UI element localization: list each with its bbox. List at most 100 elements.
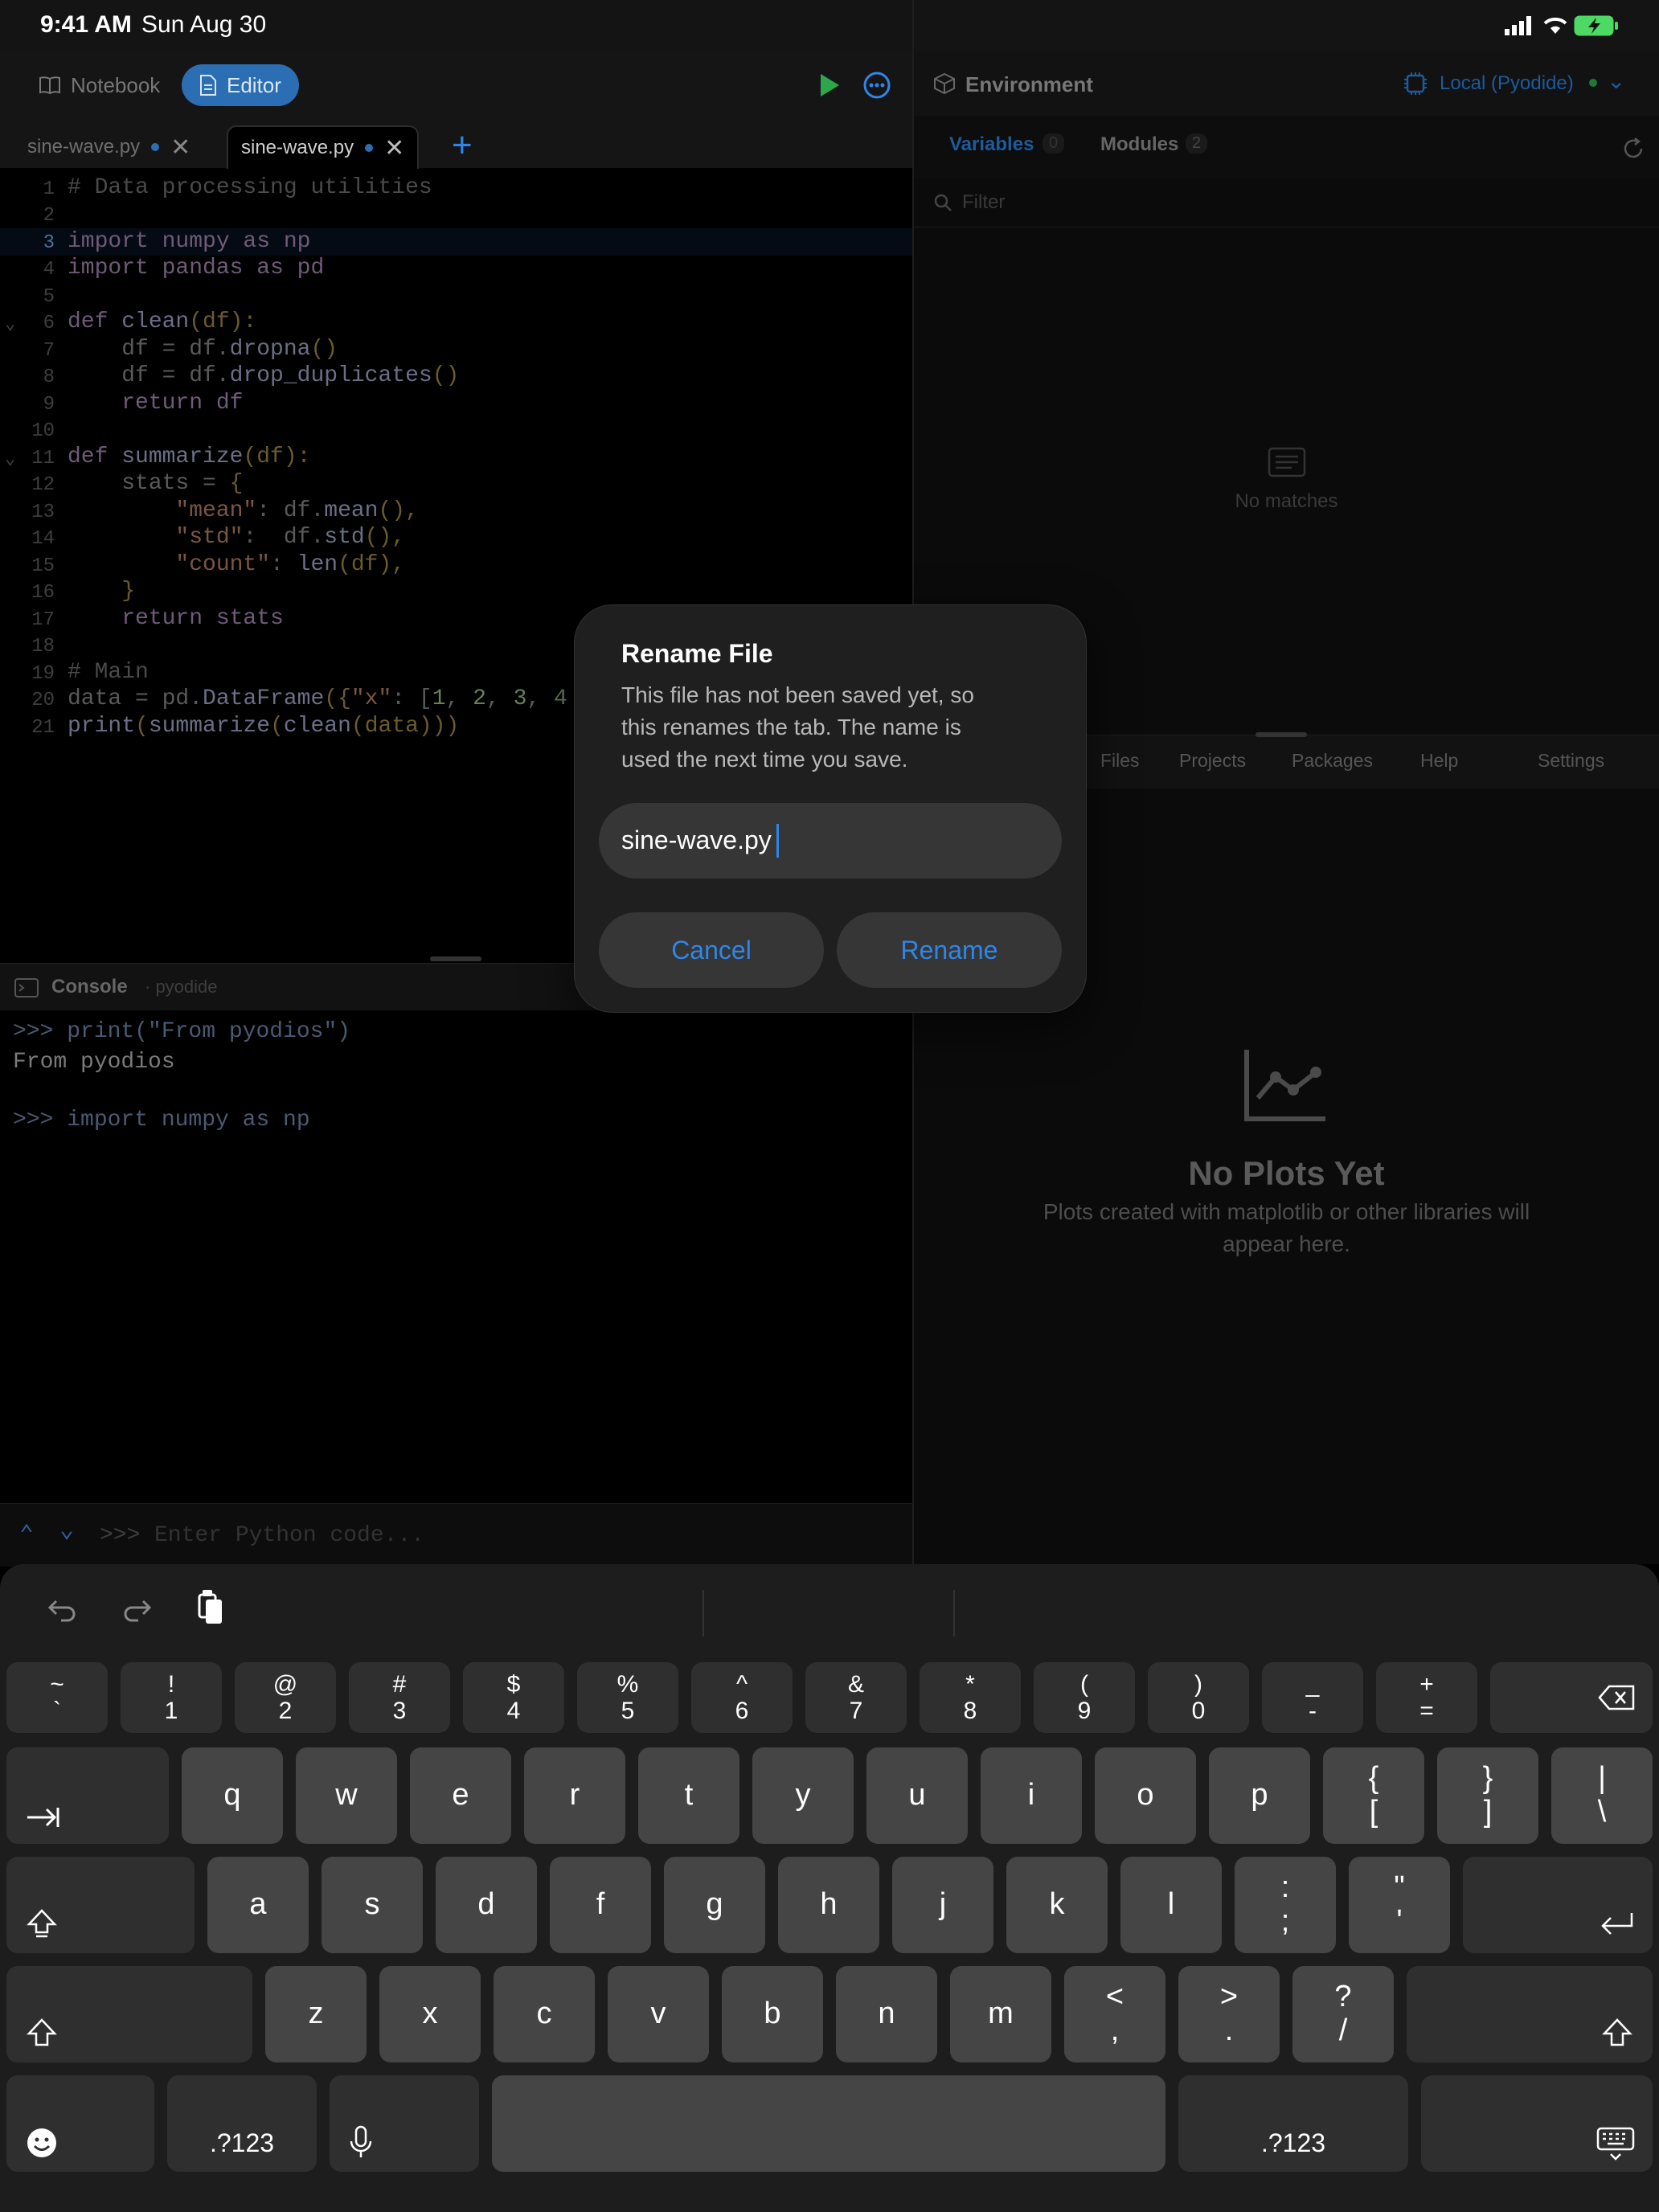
line-number: 12 bbox=[31, 474, 55, 496]
key-c[interactable]: c bbox=[494, 1966, 595, 2062]
key-semicolon[interactable]: :; bbox=[1235, 1857, 1336, 1953]
console-line: >>> print("From pyodios") bbox=[13, 1019, 351, 1044]
key-d[interactable]: d bbox=[436, 1857, 537, 1953]
key-bracket-left[interactable]: {[ bbox=[1323, 1747, 1424, 1844]
console-input[interactable]: Enter Python code... bbox=[154, 1523, 424, 1548]
key-p[interactable]: p bbox=[1209, 1747, 1310, 1844]
cancel-button[interactable]: Cancel bbox=[599, 912, 824, 988]
tab-packages[interactable]: Packages bbox=[1292, 750, 1373, 772]
return-key[interactable] bbox=[1463, 1857, 1653, 1953]
numbers-key-left[interactable]: .?123 bbox=[167, 2075, 317, 2172]
key-j[interactable]: j bbox=[892, 1857, 993, 1953]
tab-sine-wave-2[interactable]: sine-wave.py ✕ bbox=[227, 125, 420, 169]
cpu-icon[interactable] bbox=[1403, 71, 1428, 96]
notebook-mode-button[interactable]: Notebook bbox=[21, 64, 178, 106]
editor-mode-button[interactable]: Editor bbox=[182, 64, 299, 106]
shift-right-key[interactable] bbox=[1407, 1966, 1653, 2062]
redo-icon[interactable] bbox=[121, 1593, 153, 1625]
shift-left-key[interactable] bbox=[6, 1966, 252, 2062]
key-5[interactable]: % 5 bbox=[577, 1662, 678, 1733]
key-comma[interactable]: <, bbox=[1064, 1966, 1165, 2062]
key-s[interactable]: s bbox=[322, 1857, 423, 1953]
space-key[interactable] bbox=[492, 2075, 1165, 2172]
key-3[interactable]: #3 bbox=[349, 1662, 450, 1733]
key-i[interactable]: i bbox=[981, 1747, 1082, 1844]
filename-field[interactable]: sine-wave.py bbox=[599, 803, 1062, 879]
history-up-icon[interactable]: ⌃ bbox=[19, 1520, 34, 1550]
key-l[interactable]: l bbox=[1120, 1857, 1222, 1953]
key-u[interactable]: u bbox=[866, 1747, 968, 1844]
numbers-key-right[interactable]: .?123 bbox=[1178, 2075, 1408, 2172]
code-line: # Data processing utilities bbox=[68, 175, 432, 200]
resize-handle[interactable] bbox=[430, 956, 481, 961]
key-slash[interactable]: ? / bbox=[1292, 1966, 1394, 2062]
key-quote[interactable]: " ' bbox=[1349, 1857, 1450, 1953]
fold-chevron-icon[interactable]: ⌄ bbox=[5, 449, 15, 469]
key-minus[interactable]: _ - bbox=[1262, 1662, 1363, 1733]
resize-handle[interactable] bbox=[1256, 732, 1307, 737]
dismiss-keyboard-key[interactable] bbox=[1421, 2075, 1653, 2172]
close-icon[interactable]: ✕ bbox=[170, 133, 190, 162]
key-m[interactable]: m bbox=[950, 1966, 1051, 2062]
caps-lock-key[interactable] bbox=[6, 1857, 195, 1953]
key-6[interactable]: ^ 6 bbox=[691, 1662, 793, 1733]
line-number: 5 bbox=[43, 286, 55, 308]
tab-key[interactable] bbox=[6, 1747, 169, 1844]
key-tilde[interactable]: ~ ` bbox=[6, 1662, 108, 1733]
history-down-icon[interactable]: ⌄ bbox=[59, 1515, 74, 1545]
keyboard-dismiss-icon bbox=[1596, 2127, 1635, 2161]
run-icon[interactable] bbox=[818, 72, 841, 98]
key-4[interactable]: $4 bbox=[463, 1662, 564, 1733]
key-0[interactable]: ) 0 bbox=[1148, 1662, 1249, 1733]
key-h[interactable]: h bbox=[778, 1857, 879, 1953]
rename-button[interactable]: Rename bbox=[837, 912, 1062, 988]
emoji-key[interactable] bbox=[6, 2075, 154, 2172]
status-bar: 9:41 AM Sun Aug 30 bbox=[0, 0, 1659, 51]
key-v[interactable]: v bbox=[608, 1966, 709, 2062]
tab-settings[interactable]: Settings bbox=[1538, 750, 1604, 772]
tab-files[interactable]: Files bbox=[1100, 750, 1140, 772]
key-f[interactable]: f bbox=[550, 1857, 651, 1953]
refresh-icon[interactable] bbox=[1621, 137, 1645, 161]
key-q[interactable]: q bbox=[182, 1747, 283, 1844]
key-r[interactable]: r bbox=[524, 1747, 625, 1844]
delete-key[interactable] bbox=[1490, 1662, 1653, 1733]
key-y[interactable]: y bbox=[752, 1747, 854, 1844]
key-1[interactable]: ! 1 bbox=[121, 1662, 222, 1733]
key-w[interactable]: w bbox=[296, 1747, 397, 1844]
tab-modules[interactable]: Modules bbox=[1100, 133, 1178, 156]
key-t[interactable]: t bbox=[638, 1747, 739, 1844]
key-o[interactable]: o bbox=[1095, 1747, 1196, 1844]
key-8[interactable]: * 8 bbox=[920, 1662, 1021, 1733]
key-a[interactable]: a bbox=[207, 1857, 309, 1953]
key-k[interactable]: k bbox=[1006, 1857, 1108, 1953]
tab-sine-wave-1[interactable]: sine-wave.py ✕ bbox=[19, 127, 199, 167]
key-z[interactable]: z bbox=[265, 1966, 367, 2062]
key-period[interactable]: >. bbox=[1178, 1966, 1280, 2062]
tab-help[interactable]: Help bbox=[1420, 750, 1458, 772]
add-tab-icon[interactable]: + bbox=[452, 125, 473, 166]
key-e[interactable]: e bbox=[410, 1747, 511, 1844]
key-backslash[interactable]: | \ bbox=[1551, 1747, 1653, 1844]
key-2[interactable]: @2 bbox=[235, 1662, 336, 1733]
key-n[interactable]: n bbox=[836, 1966, 937, 2062]
fold-chevron-icon[interactable]: ⌄ bbox=[5, 313, 15, 334]
key-x[interactable]: x bbox=[379, 1966, 481, 2062]
key-bracket-right[interactable]: }] bbox=[1437, 1747, 1538, 1844]
key-9[interactable]: (9 bbox=[1034, 1662, 1135, 1733]
runtime-selector[interactable]: Local (Pyodide) bbox=[1440, 72, 1574, 95]
dictation-key[interactable] bbox=[330, 2075, 479, 2172]
close-icon[interactable]: ✕ bbox=[384, 134, 404, 162]
undo-icon[interactable] bbox=[47, 1593, 79, 1625]
code-line: import numpy as np bbox=[68, 229, 311, 254]
tab-projects[interactable]: Projects bbox=[1179, 750, 1246, 772]
more-options-icon[interactable] bbox=[862, 71, 891, 100]
paste-icon[interactable] bbox=[196, 1588, 225, 1627]
key-g[interactable]: g bbox=[664, 1857, 765, 1953]
chevron-down-icon[interactable]: ⌄ bbox=[1607, 68, 1625, 94]
key-equals[interactable]: + = bbox=[1376, 1662, 1477, 1733]
tab-variables[interactable]: Variables bbox=[949, 133, 1034, 156]
key-b[interactable]: b bbox=[722, 1966, 823, 2062]
filter-input[interactable]: Filter bbox=[962, 191, 1005, 214]
key-7[interactable]: & 7 bbox=[805, 1662, 907, 1733]
